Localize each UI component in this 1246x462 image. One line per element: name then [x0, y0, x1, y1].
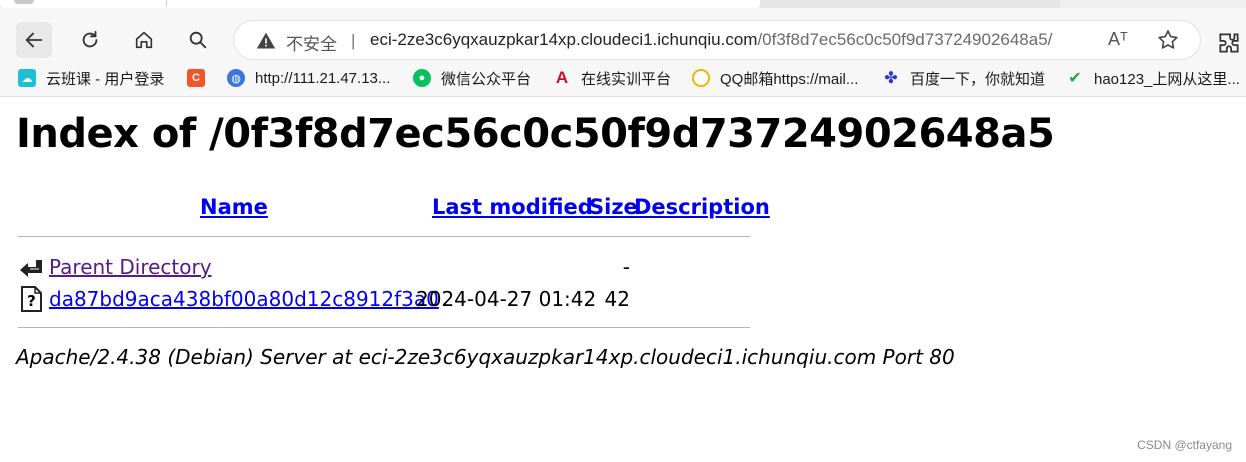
server-signature: Apache/2.4.38 (Debian) Server at eci-2ze…	[16, 345, 955, 369]
globe-icon: ◍	[227, 69, 245, 87]
table-row: Parent Directory -	[18, 253, 758, 281]
home-icon	[135, 31, 153, 49]
bookmark-label: QQ邮箱https://mail...	[720, 70, 859, 88]
search-icon	[189, 31, 207, 49]
sort-by-description-link[interactable]: Description	[634, 195, 770, 219]
sort-by-size-link[interactable]: Size	[589, 195, 638, 219]
bookmark-label: 百度一下，你就知道	[910, 70, 1046, 88]
back-arrow-icon	[20, 260, 42, 277]
watermark: CSDN @ctfayang	[1137, 438, 1232, 452]
header-divider	[18, 236, 750, 237]
qq-mail-icon	[692, 69, 710, 87]
warning-icon[interactable]	[256, 31, 276, 51]
tab-strip	[0, 0, 1246, 8]
a-logo-icon: A	[555, 68, 569, 87]
size-cell: 42	[604, 287, 630, 311]
bookmark-label: 在线实训平台	[581, 70, 672, 88]
read-aloud-icon[interactable]: Aᵀ	[1108, 29, 1128, 50]
search-button[interactable]	[180, 22, 216, 58]
size-cell: -	[622, 255, 630, 279]
table-row: ? da87bd9aca438bf00a80d12c8912f3a0 2024-…	[18, 285, 758, 313]
bookmark-cloud-class[interactable]: ☁ 云班课 - 用户登录	[18, 66, 164, 90]
bookmark-label: 云班课 - 用户登录	[46, 70, 165, 88]
page-content: Index of /0f3f8d7ec56c0c50f9d73724902648…	[0, 97, 1246, 462]
url-host: eci-2ze3c6yqxauzpkar14xp.cloudeci1.ichun…	[370, 30, 758, 49]
bookmark-training-platform[interactable]: A 在线实训平台	[553, 66, 671, 90]
inactive-tab[interactable]	[760, 0, 1060, 8]
url-separator: |	[351, 31, 356, 50]
home-button[interactable]	[126, 22, 162, 58]
extensions-icon[interactable]	[1216, 30, 1242, 56]
cloud-class-icon: ☁	[18, 69, 36, 87]
wechat-icon: ●	[413, 69, 431, 87]
sort-by-last-modified-link[interactable]: Last modified	[432, 195, 593, 219]
baidu-paw-icon: ✤	[884, 70, 898, 87]
bookmarks-bar: ☁ 云班课 - 用户登录 C ◍ http://111.21.47.13... …	[0, 60, 1246, 97]
hao123-icon: ✔	[1068, 70, 1082, 87]
bookmark-qq-mail[interactable]: QQ邮箱https://mail...	[692, 66, 858, 90]
reload-icon	[82, 30, 98, 48]
active-tab[interactable]	[0, 0, 760, 8]
page-title: Index of /0f3f8d7ec56c0c50f9d73724902648…	[16, 111, 1055, 157]
back-arrow-icon	[25, 32, 43, 48]
url-path: /0f3f8d7ec56c0c50f9d73724902648a5/	[757, 30, 1053, 49]
bookmark-c-site[interactable]: C	[187, 66, 205, 90]
tab-favicon	[14, 0, 34, 4]
footer-divider	[18, 327, 750, 328]
address-bar[interactable]: 不安全 | eci-2ze3c6yqxauzpkar14xp.cloudeci1…	[234, 21, 1200, 59]
sort-by-name-link[interactable]: Name	[200, 195, 268, 219]
favorite-star-icon[interactable]	[1156, 28, 1180, 52]
bookmark-baidu[interactable]: ✤ 百度一下，你就知道	[882, 66, 1045, 90]
back-button[interactable]	[16, 22, 52, 58]
bookmark-label: http://111.21.47.13...	[255, 69, 391, 87]
tab-divider	[166, 0, 167, 6]
url-text[interactable]: eci-2ze3c6yqxauzpkar14xp.cloudeci1.ichun…	[370, 30, 1052, 50]
last-modified-cell: 2024-04-27 01:42	[416, 287, 597, 311]
browser-toolbar: 不安全 | eci-2ze3c6yqxauzpkar14xp.cloudeci1…	[0, 8, 1246, 60]
unknown-file-icon: ?	[21, 286, 42, 312]
reload-button[interactable]	[72, 22, 108, 58]
c-logo-icon: C	[187, 69, 205, 87]
bookmark-hao123[interactable]: ✔ hao123_上网从这里...	[1066, 66, 1240, 90]
parent-directory-link[interactable]: Parent Directory	[49, 255, 212, 279]
bookmark-wechat[interactable]: ● 微信公众平台	[413, 66, 531, 90]
file-link[interactable]: da87bd9aca438bf00a80d12c8912f3a0	[49, 287, 439, 311]
bookmark-label: 微信公众平台	[441, 70, 532, 88]
svg-text:?: ?	[27, 292, 36, 310]
not-secure-label[interactable]: 不安全	[286, 30, 337, 55]
bookmark-ip-address[interactable]: ◍ http://111.21.47.13...	[227, 66, 390, 90]
bookmark-label: hao123_上网从这里...	[1094, 70, 1240, 88]
